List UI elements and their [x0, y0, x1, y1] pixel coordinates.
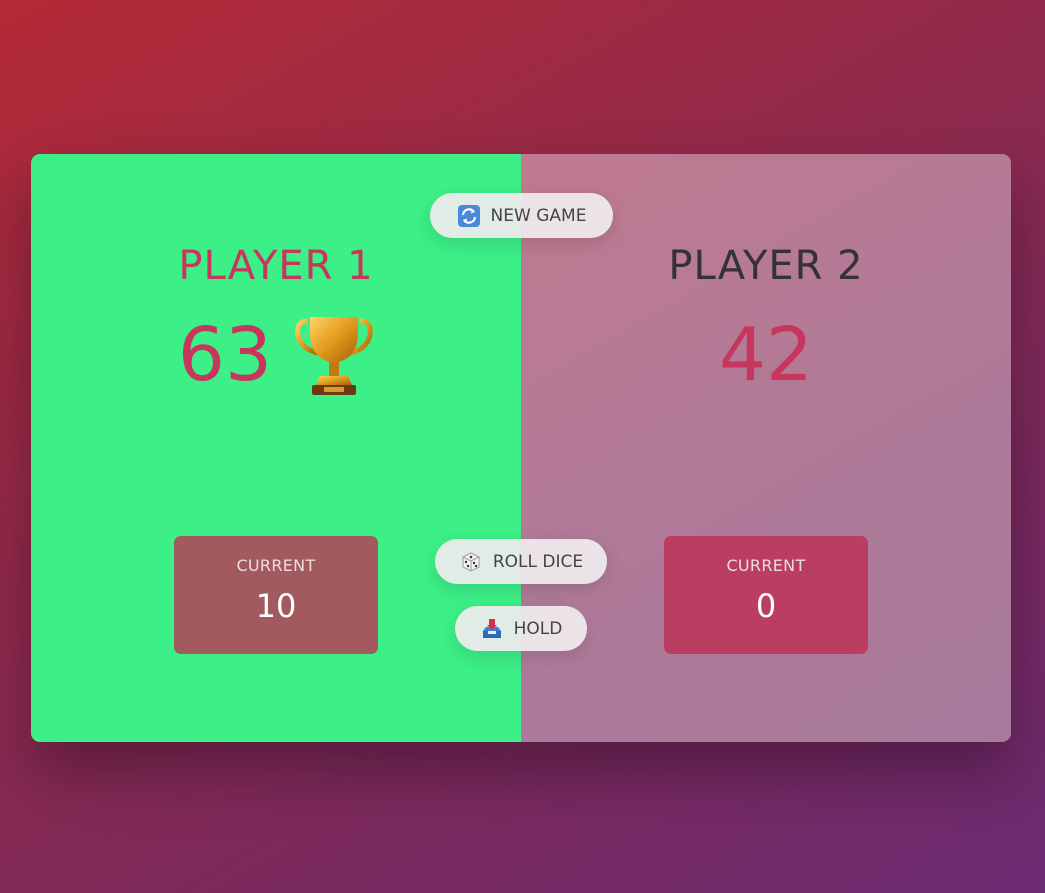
player-2-score-row: 42 — [521, 310, 1011, 400]
player-2-total-score: 42 — [718, 312, 814, 398]
player-2-current-score: 0 — [755, 587, 777, 625]
player-1-score-row: 63 — [31, 310, 521, 400]
roll-dice-button[interactable]: ROLL DICE — [435, 539, 607, 584]
player-2-name: PLAYER 2 — [668, 243, 864, 289]
hold-button[interactable]: HOLD — [455, 606, 587, 651]
new-game-label: NEW GAME — [490, 205, 587, 226]
player-1-current-score: 10 — [255, 587, 297, 625]
inbox-tray-icon — [482, 618, 501, 638]
hold-label: HOLD — [513, 618, 563, 639]
refresh-icon — [457, 204, 480, 227]
player-2-current-box: CURRENT 0 — [664, 536, 868, 654]
player-1-total-score: 63 — [177, 312, 273, 398]
dice-icon — [462, 551, 480, 572]
player-1-current-box: CURRENT 10 — [174, 536, 378, 654]
player-2-panel: PLAYER 2 42 CURRENT 0 — [521, 154, 1011, 742]
trophy-icon — [295, 317, 373, 395]
new-game-button[interactable]: NEW GAME — [430, 193, 613, 238]
player-1-panel: PLAYER 1 63 CURRENT 10 — [31, 154, 521, 742]
player-1-name: PLAYER 1 — [178, 243, 374, 289]
roll-dice-label: ROLL DICE — [492, 551, 584, 572]
player-1-current-label: CURRENT — [236, 556, 316, 575]
player-2-current-label: CURRENT — [726, 556, 806, 575]
game-board: PLAYER 1 63 CURRENT 10 PLAYER 2 42 CURRE… — [31, 154, 1011, 742]
